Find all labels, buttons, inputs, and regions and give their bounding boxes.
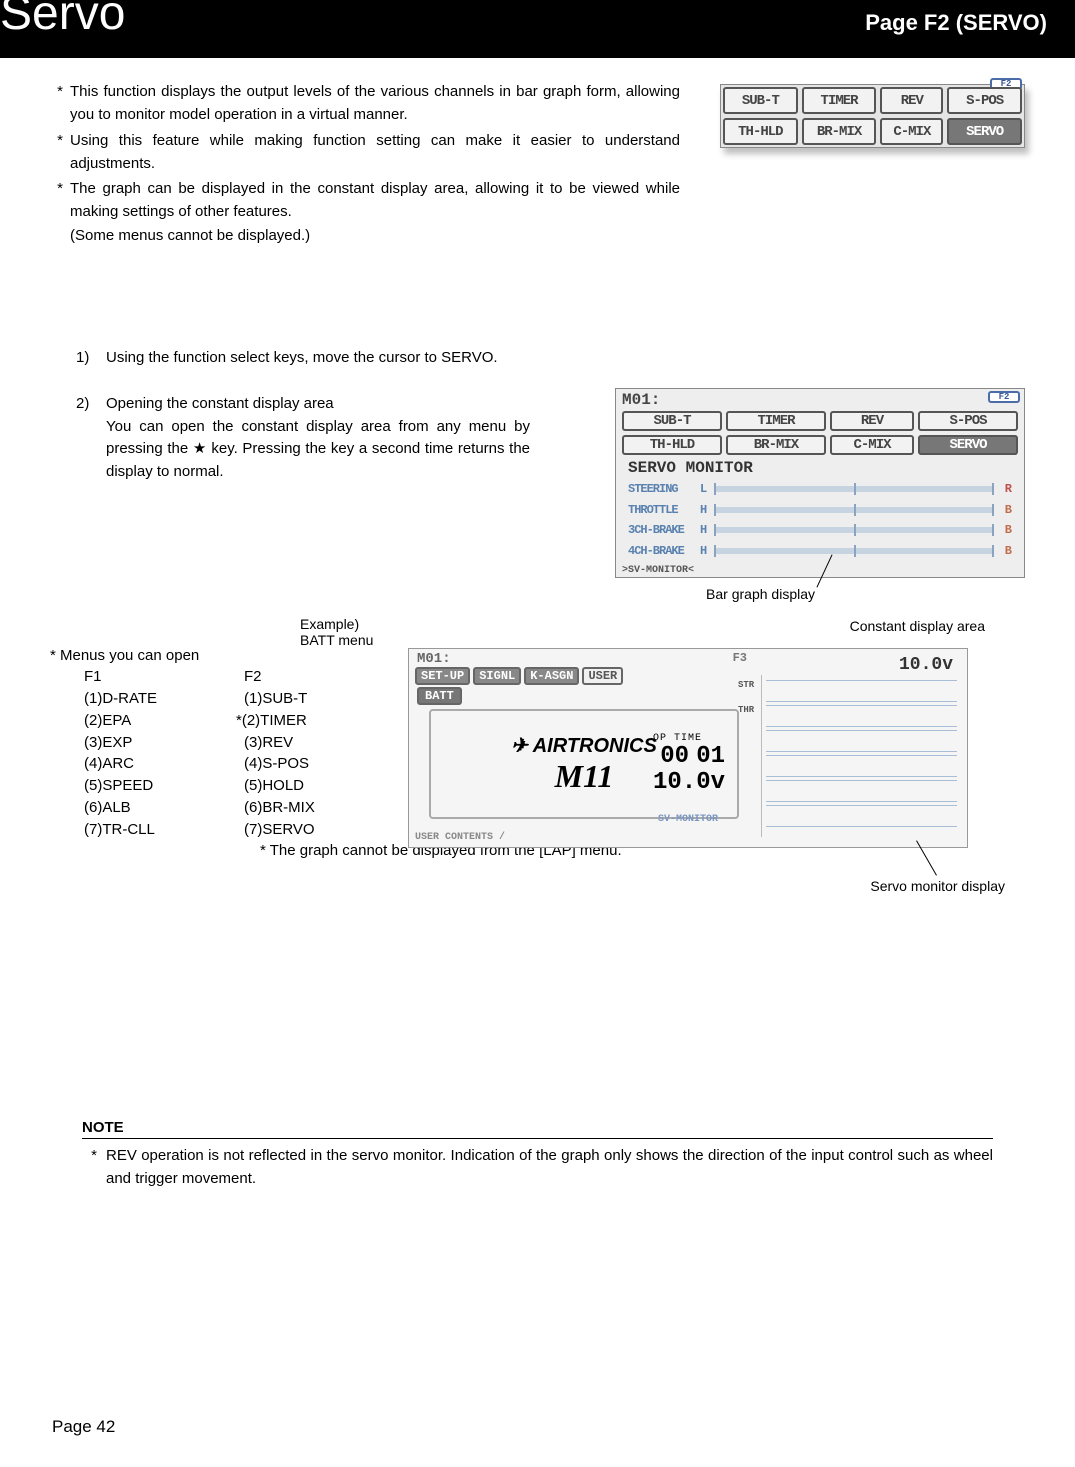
model-label: M01: [417,651,451,667]
note-text: REV operation is not reflected in the se… [106,1145,993,1190]
menu-item: (1)D-RATE [84,688,244,710]
lcd-cell: C-MIX [830,435,914,455]
fz-tag: F3 [733,651,747,665]
voltage-readout: 10.0v [899,655,953,675]
lcd-cell: SUB-T [723,87,798,114]
lcd-cell: SUB-T [622,411,722,431]
model-label: M01: [622,391,660,409]
bar-graph-area: STEERINGLR THROTTLEHB 3CH-BRAKEHB 4CH-BR… [628,479,1012,561]
banner-page-label: Page F2 (SERVO) [865,10,1047,36]
caption-servo-monitor: Servo monitor display [870,878,1005,894]
lcd-cell: TH-HLD [622,435,722,455]
steps-list: 1)Using the function select keys, move t… [76,347,530,484]
menu-item: (3)REV [244,732,404,754]
banner-title: Servo [0,0,125,38]
note-header: NOTE [82,1119,993,1139]
lcd-tab-selected: BATT [417,687,462,705]
menu-item: (5)SPEED [84,775,244,797]
lcd-cell: BR-MIX [726,435,826,455]
model-logo: M11 [555,758,614,795]
menu-item: (6)ALB [84,797,244,819]
menu-item: (7)TR-CLL [84,819,244,841]
lcd-cell: REV [880,87,943,114]
lcd-cell-selected: SERVO [918,435,1018,455]
step-text: Opening the constant display areaYou can… [106,393,530,483]
lcd-servo-monitor: M01: F2 SUB-T TIMER REV S-POS TH-HLD BR-… [615,388,1025,578]
header-banner: Servo Page F2 (SERVO) [0,0,1075,58]
col-header: F1 [84,666,244,688]
caption-constant-area: Constant display area [850,618,985,634]
menu-item: *(2)TIMER [236,710,404,732]
lcd-cell: C-MIX [880,118,943,145]
col-header: F2 [244,666,404,688]
intro-list: *This function displays the output level… [50,80,680,247]
lcd-example-batt: M01: F3 10.0v SET-UP SIGNL K-ASGN USER B… [408,648,968,848]
intro-item: This function displays the output levels… [70,80,680,127]
lcd-cell: BR-MIX [802,118,877,145]
menu-item: (5)HOLD [244,775,404,797]
lcd-cell: TIMER [726,411,826,431]
lcd-footer: >SV-MONITOR< [622,565,694,576]
lcd-footer: USER CONTENTS / [415,832,505,843]
lcd-tab: USER [582,667,623,685]
lcd-cell: TH-HLD [723,118,798,145]
lcd-cell: REV [830,411,914,431]
menu-item: (4)S-POS [244,753,404,775]
lcd-tab: SIGNL [473,667,521,685]
lcd-cell: TIMER [802,87,877,114]
caption-bar-graph: Bar graph display [706,586,815,602]
lcd-tab: K-ASGN [524,667,579,685]
menu-item: (6)BR-MIX [244,797,404,819]
menu-item: (4)ARC [84,753,244,775]
brand-logo: ✈ AIRTRONICS [511,733,657,758]
section-title: SERVO MONITOR [628,459,753,477]
lcd-cell: S-POS [947,87,1022,114]
menu-item: (3)EXP [84,732,244,754]
lcd-cell: S-POS [918,411,1018,431]
intro-item: Using this feature while making function… [70,129,680,176]
menu-item: (7)SERVO [244,819,404,841]
brand-panel: ✈ AIRTRONICS M11 OP TIME 00 01 10.0v [429,709,739,819]
menu-item: (2)EPA [84,710,244,732]
servo-mini-monitor: STR THR [761,675,961,837]
lcd-tab: SET-UP [415,667,470,685]
step-text: Using the function select keys, move the… [106,347,530,370]
lcd-mid-label: SV-MONITOR [658,814,718,825]
op-time: OP TIME 00 01 10.0v [653,733,725,797]
lcd-cell-selected: SERVO [947,118,1022,145]
example-label: Example)BATT menu [300,616,373,648]
note-block: NOTE * REV operation is not reflected in… [50,1119,1025,1190]
page-number: Page 42 [52,1417,115,1437]
intro-item: The graph can be displayed in the consta… [70,177,680,247]
fz-tag: F2 [988,391,1020,403]
lcd-tabs-small: F2 SUB-T TIMER REV S-POS TH-HLD BR-MIX C… [720,84,1025,148]
menu-item: (1)SUB-T [244,688,404,710]
